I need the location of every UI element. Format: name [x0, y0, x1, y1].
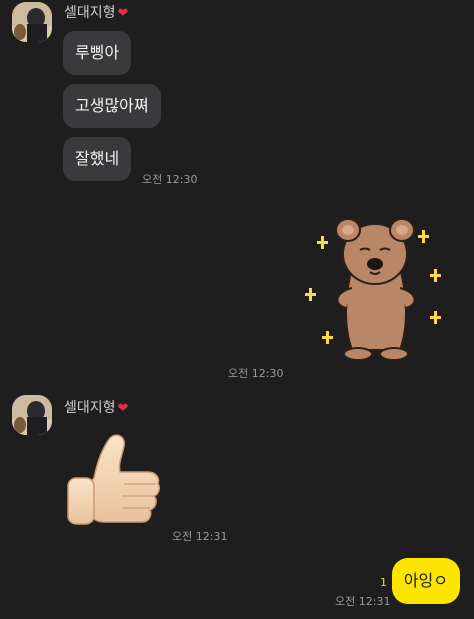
avatar[interactable] [12, 395, 52, 435]
message-bubble[interactable]: 루삥아 [63, 31, 132, 75]
message-time: 오전 12:31 [172, 530, 228, 543]
message-time: 오전 12:30 [142, 173, 198, 186]
heart-icon: ❤ [117, 6, 129, 21]
avatar[interactable] [12, 2, 52, 42]
heart-icon: ❤ [117, 401, 129, 416]
message-bubble[interactable]: 잘했네 [63, 137, 132, 181]
message-time: 오전 12:31 [335, 595, 391, 608]
quokka-sticker[interactable] [300, 208, 450, 368]
thumbs-up-emoji[interactable] [64, 428, 164, 538]
sticker-time: 오전 12:30 [228, 367, 284, 380]
unread-count: 1 [380, 576, 387, 589]
sender-name: 셀대지형 ❤ [64, 400, 129, 416]
sender-name: 셀대지형 ❤ [64, 5, 129, 21]
my-message-bubble[interactable]: 아잉ㅇ [391, 558, 460, 604]
message-bubble[interactable]: 고생많아쪄 [63, 84, 161, 128]
